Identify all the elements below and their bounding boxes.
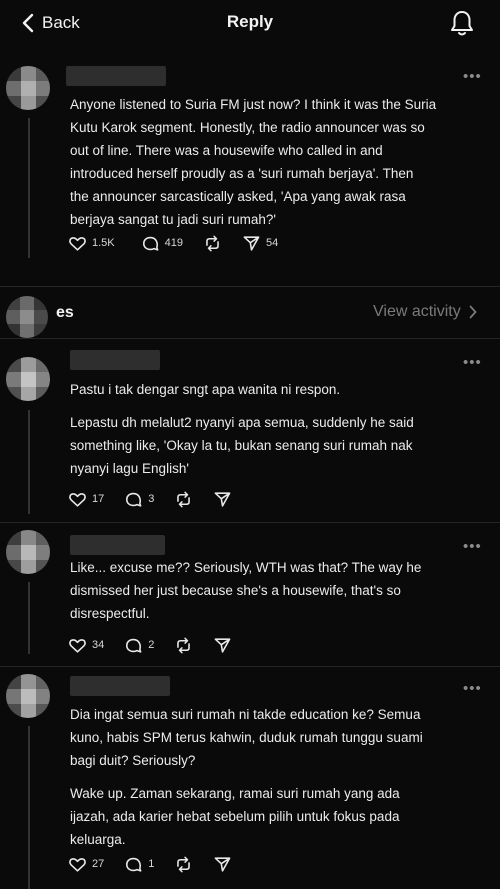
avatar [6, 296, 48, 338]
like-button[interactable]: 27 [68, 855, 104, 874]
section-label: es [56, 304, 74, 321]
heart-icon [69, 638, 86, 653]
send-icon [243, 235, 260, 251]
heart-icon [69, 857, 86, 872]
username-redacted[interactable] [70, 676, 170, 696]
repost-icon [177, 491, 191, 507]
repost-button[interactable] [174, 855, 193, 874]
comment-button[interactable]: 3 [124, 490, 154, 509]
chevron-right-icon [469, 305, 477, 319]
post-text-line: berjaya sangat tu jadi suri rumah?' [70, 212, 276, 227]
avatar[interactable] [6, 530, 50, 574]
divider [0, 522, 500, 523]
reply-text-line: Pastu i tak dengar sngt apa wanita ni re… [70, 382, 341, 397]
comment-count: 2 [148, 639, 155, 651]
reply-text-line: dismissed her just because she's a house… [70, 583, 401, 598]
like-count: 27 [92, 858, 105, 870]
reply-text-line: kuno, habis SPM terus kahwin, duduk ruma… [70, 730, 423, 745]
comment-count: 419 [164, 237, 183, 249]
post-text-line: introduced herself proudly as a 'suri ru… [70, 166, 414, 181]
repost-icon [177, 637, 191, 653]
avatar[interactable] [6, 66, 50, 110]
reply-text-line: ijazah, ada karier hebat sebelum pilih u… [70, 809, 400, 824]
thread-line [28, 726, 30, 889]
avatar[interactable] [6, 357, 50, 401]
send-icon [214, 637, 231, 653]
like-button[interactable]: 1.5K [68, 234, 115, 253]
share-button[interactable]: 54 [242, 234, 278, 253]
like-count: 34 [92, 639, 105, 651]
share-count: 54 [266, 237, 279, 249]
thread-line [28, 582, 30, 654]
repost-button[interactable] [174, 490, 193, 509]
top-bar: Back Reply [0, 0, 500, 46]
share-button[interactable] [213, 855, 232, 874]
repost-button[interactable] [174, 636, 193, 655]
reply-text-line: Wake up. Zaman sekarang, ramai suri ruma… [70, 786, 400, 801]
like-button[interactable]: 34 [68, 636, 104, 655]
more-dots-icon[interactable]: ••• [463, 680, 482, 697]
avatar[interactable] [6, 674, 50, 718]
username-redacted[interactable] [70, 350, 160, 370]
thread-line [28, 118, 30, 258]
divider [0, 286, 500, 287]
reply-text-line: bagi duit? Seriously? [70, 753, 196, 768]
reply-text-line: something like, 'Okay la tu, bukan senan… [70, 438, 413, 453]
comment-icon [142, 236, 159, 251]
reply-actions: 27 1 [68, 853, 252, 875]
share-button[interactable] [213, 636, 232, 655]
heart-icon [69, 236, 86, 251]
reply-text: Pastu i tak dengar sngt apa wanita ni re… [70, 378, 488, 480]
view-activity-label: View activity [373, 303, 461, 320]
reply-actions: 34 2 [68, 634, 252, 656]
post-text-line: Kutu Karok segment. Honestly, the radio … [70, 120, 425, 135]
reply-text: Like... excuse me?? Seriously, WTH was t… [70, 556, 488, 625]
share-button[interactable] [213, 490, 232, 509]
send-icon [214, 491, 231, 507]
more-dots-icon[interactable]: ••• [463, 354, 482, 371]
post-text-line: the announcer sarcastically asked, 'Apa … [70, 189, 406, 204]
post-text: Anyone listened to Suria FM just now? I … [70, 93, 488, 231]
divider [0, 666, 500, 667]
username-redacted[interactable] [66, 66, 166, 86]
comment-icon [126, 857, 142, 872]
comment-count: 1 [148, 858, 155, 870]
like-count: 17 [92, 493, 105, 505]
comment-icon [126, 492, 142, 507]
reply-text-line: nyanyi lagu English' [70, 461, 189, 476]
comment-icon [126, 638, 142, 653]
comment-count: 3 [148, 493, 155, 505]
comment-button[interactable]: 2 [124, 636, 154, 655]
more-dots-icon[interactable]: ••• [463, 538, 482, 555]
reply-text: Dia ingat semua suri rumah ni takde educ… [70, 703, 488, 851]
post-text-line: Anyone listened to Suria FM just now? I … [70, 97, 437, 112]
heart-icon [69, 492, 86, 507]
send-icon [214, 856, 231, 872]
thread-line [28, 410, 30, 514]
reply-actions: 17 3 [68, 488, 252, 510]
repost-button[interactable] [203, 234, 222, 253]
reply-text-line: Like... excuse me?? Seriously, WTH was t… [70, 560, 422, 575]
reply-text-line: Dia ingat semua suri rumah ni takde educ… [70, 707, 421, 722]
repost-icon [177, 856, 191, 872]
reply-text-line: Lepastu dh melalut2 nyanyi apa semua, su… [70, 415, 414, 430]
comment-button[interactable]: 1 [124, 855, 154, 874]
replies-header: es View activity [0, 296, 500, 338]
like-count: 1.5K [92, 237, 115, 249]
more-dots-icon[interactable]: ••• [463, 68, 482, 85]
like-button[interactable]: 17 [68, 490, 104, 509]
reply-text-line: keluarga. [70, 832, 126, 847]
comment-button[interactable]: 419 [141, 234, 183, 253]
divider [0, 338, 500, 339]
view-activity-link[interactable]: View activity [373, 303, 477, 321]
post-text-line: out of line. There was a housewife who c… [70, 143, 383, 158]
post-actions: 1.5K 419 54 [68, 232, 298, 254]
page-title: Reply [226, 12, 274, 31]
reply-text-line: disrespectful. [70, 606, 150, 621]
bell-icon[interactable] [449, 9, 475, 37]
username-redacted[interactable] [70, 535, 165, 555]
repost-icon [206, 235, 219, 251]
